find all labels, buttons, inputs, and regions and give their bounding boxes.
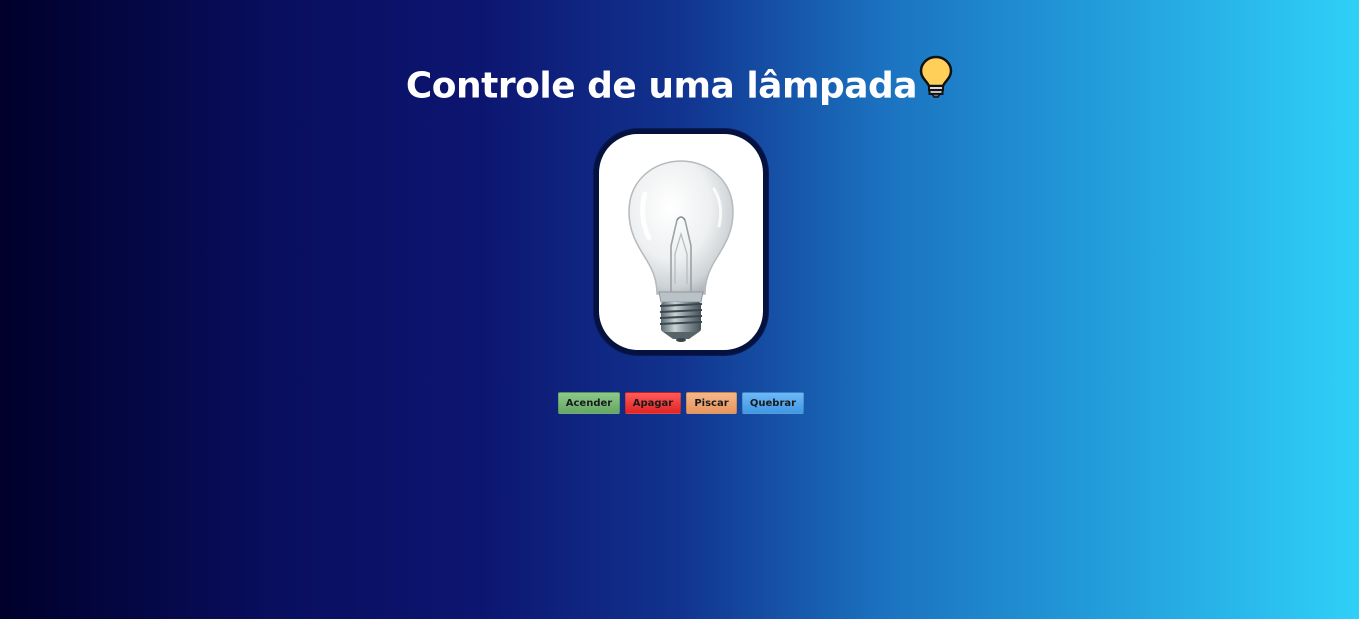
blink-button[interactable]: Piscar	[686, 392, 737, 414]
break-button[interactable]: Quebrar	[742, 392, 804, 414]
turn-on-button[interactable]: Acender	[558, 392, 620, 414]
page-title-text: Controle de uma lâmpada	[405, 65, 918, 107]
lightbulb-emoji-icon	[919, 55, 953, 114]
lamp-controls: Acender Apagar Piscar Quebrar	[558, 392, 804, 414]
lamp-image-frame	[594, 129, 768, 355]
page-title: Controle de uma lâmpada	[0, 55, 1359, 117]
lightbulb-off-icon	[628, 160, 734, 342]
turn-off-button[interactable]: Apagar	[625, 392, 681, 414]
